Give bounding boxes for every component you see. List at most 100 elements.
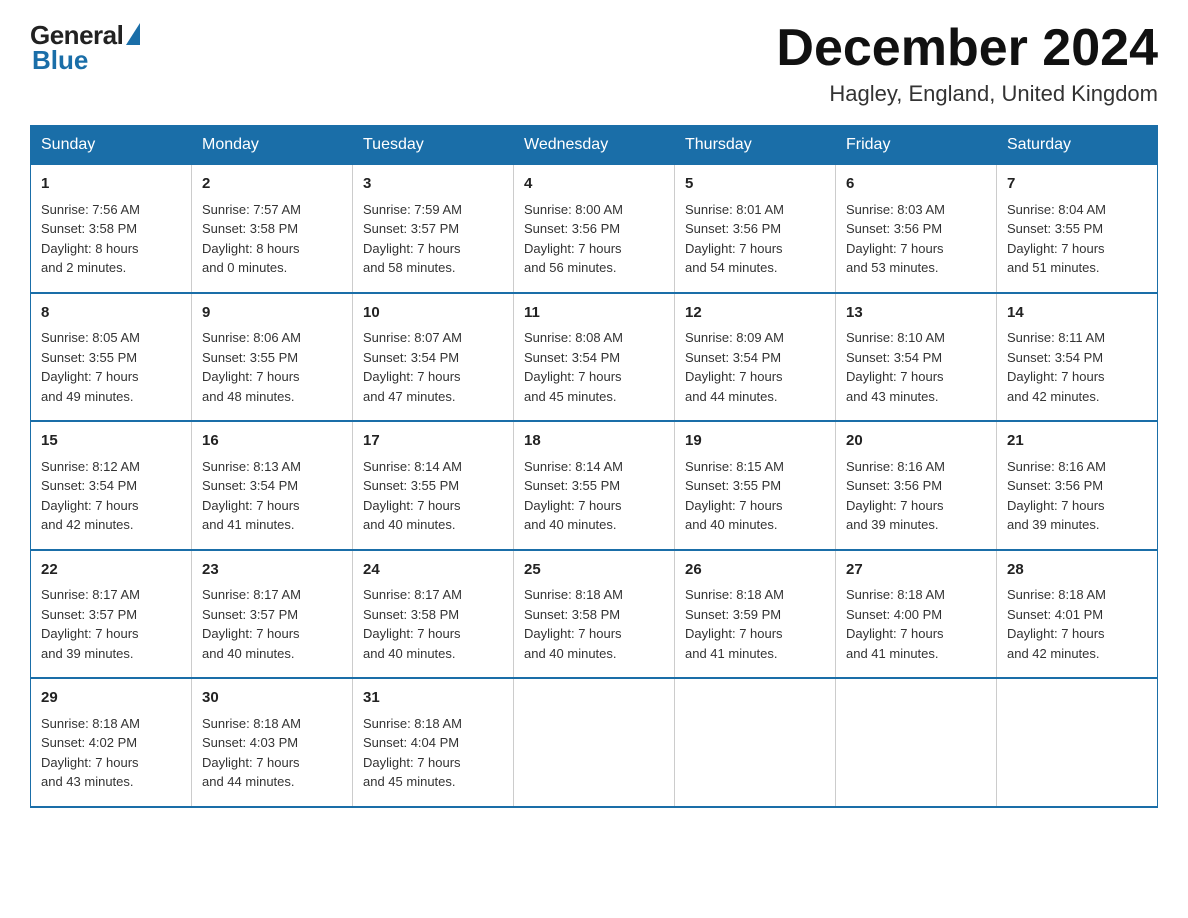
calendar-day-cell: 1Sunrise: 7:56 AM Sunset: 3:58 PM Daylig… [31, 165, 192, 293]
day-info: Sunrise: 8:04 AM Sunset: 3:55 PM Dayligh… [1007, 200, 1147, 278]
calendar-day-cell: 5 Sunrise: 8:01 AM Sunset: 3:56 PM Daylig… [675, 165, 836, 293]
day-number: 17 [363, 430, 503, 453]
day-info: Sunrise: 8:10 AM Sunset: 3:54 PM Dayligh… [846, 328, 986, 406]
calendar-day-cell: 3Sunrise: 7:59 AM Sunset: 3:57 PM Daylig… [353, 165, 514, 293]
day-info: Sunrise: 8:08 AM Sunset: 3:54 PM Dayligh… [524, 328, 664, 406]
calendar-day-cell: 30 Sunrise: 8:18 AM Sunset: 4:03 PM Dayli… [192, 678, 353, 807]
calendar-day-cell: 23 Sunrise: 8:17 AM Sunset: 3:57 PM Dayli… [192, 550, 353, 679]
calendar-day-cell: 24 Sunrise: 8:17 AM Sunset: 3:58 PM Dayli… [353, 550, 514, 679]
calendar-day-cell: 4Sunrise: 8:00 AM Sunset: 3:56 PM Daylig… [514, 165, 675, 293]
calendar-day-cell [514, 678, 675, 807]
day-number: 8 [41, 302, 181, 325]
day-number: 7 [1007, 173, 1147, 196]
day-header-row: SundayMondayTuesdayWednesdayThursdayFrid… [31, 126, 1158, 165]
calendar-day-cell [997, 678, 1158, 807]
day-info: Sunrise: 8:18 AM Sunset: 3:58 PM Dayligh… [524, 585, 664, 663]
header-saturday: Saturday [997, 126, 1158, 165]
day-info: Sunrise: 8:01 AM Sunset: 3:56 PM Dayligh… [685, 200, 825, 278]
calendar-day-cell: 18 Sunrise: 8:14 AM Sunset: 3:55 PM Dayli… [514, 421, 675, 550]
day-number: 22 [41, 559, 181, 582]
day-info: Sunrise: 8:06 AM Sunset: 3:55 PM Dayligh… [202, 328, 342, 406]
calendar-day-cell: 10 Sunrise: 8:07 AM Sunset: 3:54 PM Dayli… [353, 293, 514, 422]
calendar-day-cell: 2 Sunrise: 7:57 AM Sunset: 3:58 PM Daylig… [192, 165, 353, 293]
calendar-day-cell: 6Sunrise: 8:03 AM Sunset: 3:56 PM Daylig… [836, 165, 997, 293]
day-info: Sunrise: 8:16 AM Sunset: 3:56 PM Dayligh… [1007, 457, 1147, 535]
day-info: Sunrise: 8:12 AM Sunset: 3:54 PM Dayligh… [41, 457, 181, 535]
day-info: Sunrise: 8:14 AM Sunset: 3:55 PM Dayligh… [524, 457, 664, 535]
day-number: 5 [685, 173, 825, 196]
day-number: 2 [202, 173, 342, 196]
page-header: General Blue December 2024 Hagley, Engla… [30, 20, 1158, 107]
day-info: Sunrise: 8:17 AM Sunset: 3:57 PM Dayligh… [202, 585, 342, 663]
day-number: 27 [846, 559, 986, 582]
day-info: Sunrise: 7:57 AM Sunset: 3:58 PM Dayligh… [202, 200, 342, 278]
header-thursday: Thursday [675, 126, 836, 165]
day-number: 18 [524, 430, 664, 453]
calendar-day-cell: 31Sunrise: 8:18 AM Sunset: 4:04 PM Dayli… [353, 678, 514, 807]
header-right: December 2024 Hagley, England, United Ki… [776, 20, 1158, 107]
day-number: 28 [1007, 559, 1147, 582]
calendar-week-row: 1Sunrise: 7:56 AM Sunset: 3:58 PM Daylig… [31, 165, 1158, 293]
logo-blue-text: Blue [32, 45, 88, 76]
calendar-day-cell: 21Sunrise: 8:16 AM Sunset: 3:56 PM Dayli… [997, 421, 1158, 550]
day-number: 4 [524, 173, 664, 196]
calendar-day-cell: 26Sunrise: 8:18 AM Sunset: 3:59 PM Dayli… [675, 550, 836, 679]
logo: General Blue [30, 20, 140, 76]
calendar-day-cell: 20Sunrise: 8:16 AM Sunset: 3:56 PM Dayli… [836, 421, 997, 550]
calendar-day-cell: 25Sunrise: 8:18 AM Sunset: 3:58 PM Dayli… [514, 550, 675, 679]
calendar-table: SundayMondayTuesdayWednesdayThursdayFrid… [30, 125, 1158, 808]
day-info: Sunrise: 8:03 AM Sunset: 3:56 PM Dayligh… [846, 200, 986, 278]
day-info: Sunrise: 8:15 AM Sunset: 3:55 PM Dayligh… [685, 457, 825, 535]
calendar-header: SundayMondayTuesdayWednesdayThursdayFrid… [31, 126, 1158, 165]
day-number: 14 [1007, 302, 1147, 325]
day-info: Sunrise: 8:09 AM Sunset: 3:54 PM Dayligh… [685, 328, 825, 406]
day-number: 23 [202, 559, 342, 582]
calendar-body: 1Sunrise: 7:56 AM Sunset: 3:58 PM Daylig… [31, 165, 1158, 807]
day-number: 31 [363, 687, 503, 710]
location-text: Hagley, England, United Kingdom [776, 81, 1158, 107]
day-number: 13 [846, 302, 986, 325]
calendar-day-cell: 12 Sunrise: 8:09 AM Sunset: 3:54 PM Dayli… [675, 293, 836, 422]
day-number: 12 [685, 302, 825, 325]
day-info: Sunrise: 8:18 AM Sunset: 4:03 PM Dayligh… [202, 714, 342, 792]
day-number: 1 [41, 173, 181, 196]
calendar-day-cell: 15 Sunrise: 8:12 AM Sunset: 3:54 PM Dayli… [31, 421, 192, 550]
logo-triangle-icon [126, 23, 140, 45]
day-number: 20 [846, 430, 986, 453]
header-wednesday: Wednesday [514, 126, 675, 165]
calendar-day-cell: 16Sunrise: 8:13 AM Sunset: 3:54 PM Dayli… [192, 421, 353, 550]
day-info: Sunrise: 8:11 AM Sunset: 3:54 PM Dayligh… [1007, 328, 1147, 406]
day-number: 9 [202, 302, 342, 325]
month-title: December 2024 [776, 20, 1158, 77]
header-tuesday: Tuesday [353, 126, 514, 165]
day-number: 26 [685, 559, 825, 582]
day-info: Sunrise: 8:05 AM Sunset: 3:55 PM Dayligh… [41, 328, 181, 406]
day-number: 30 [202, 687, 342, 710]
calendar-day-cell [675, 678, 836, 807]
calendar-week-row: 22 Sunrise: 8:17 AM Sunset: 3:57 PM Dayli… [31, 550, 1158, 679]
header-sunday: Sunday [31, 126, 192, 165]
calendar-day-cell: 28Sunrise: 8:18 AM Sunset: 4:01 PM Dayli… [997, 550, 1158, 679]
calendar-day-cell: 11Sunrise: 8:08 AM Sunset: 3:54 PM Dayli… [514, 293, 675, 422]
calendar-day-cell: 27Sunrise: 8:18 AM Sunset: 4:00 PM Dayli… [836, 550, 997, 679]
day-number: 24 [363, 559, 503, 582]
day-info: Sunrise: 8:18 AM Sunset: 4:02 PM Dayligh… [41, 714, 181, 792]
day-info: Sunrise: 8:14 AM Sunset: 3:55 PM Dayligh… [363, 457, 503, 535]
calendar-day-cell: 9 Sunrise: 8:06 AM Sunset: 3:55 PM Daylig… [192, 293, 353, 422]
day-number: 15 [41, 430, 181, 453]
calendar-day-cell: 8 Sunrise: 8:05 AM Sunset: 3:55 PM Daylig… [31, 293, 192, 422]
calendar-day-cell: 22Sunrise: 8:17 AM Sunset: 3:57 PM Dayli… [31, 550, 192, 679]
calendar-week-row: 29 Sunrise: 8:18 AM Sunset: 4:02 PM Dayli… [31, 678, 1158, 807]
day-info: Sunrise: 8:07 AM Sunset: 3:54 PM Dayligh… [363, 328, 503, 406]
calendar-week-row: 15 Sunrise: 8:12 AM Sunset: 3:54 PM Dayli… [31, 421, 1158, 550]
day-number: 19 [685, 430, 825, 453]
day-number: 29 [41, 687, 181, 710]
header-monday: Monday [192, 126, 353, 165]
calendar-day-cell: 14 Sunrise: 8:11 AM Sunset: 3:54 PM Dayli… [997, 293, 1158, 422]
calendar-day-cell: 29 Sunrise: 8:18 AM Sunset: 4:02 PM Dayli… [31, 678, 192, 807]
day-info: Sunrise: 8:17 AM Sunset: 3:58 PM Dayligh… [363, 585, 503, 663]
day-number: 3 [363, 173, 503, 196]
day-number: 16 [202, 430, 342, 453]
calendar-week-row: 8 Sunrise: 8:05 AM Sunset: 3:55 PM Daylig… [31, 293, 1158, 422]
day-number: 10 [363, 302, 503, 325]
